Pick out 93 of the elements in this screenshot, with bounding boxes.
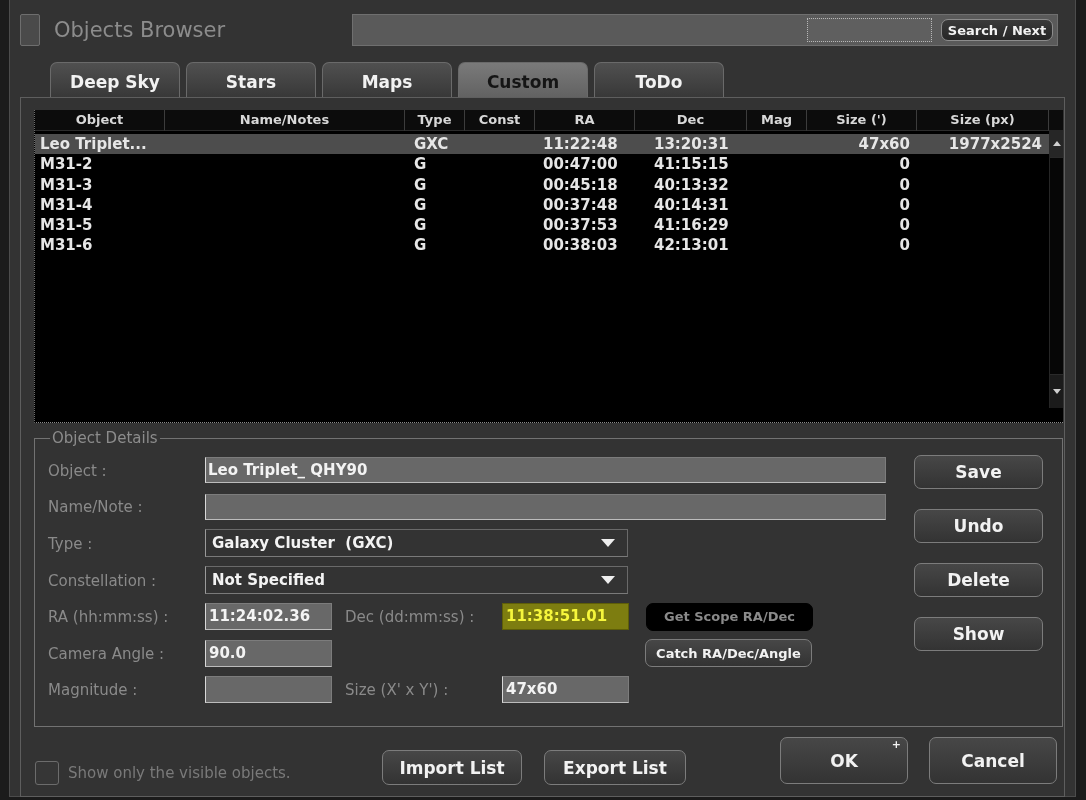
input-field[interactable]: 11:24:02.36 [205,603,332,631]
table-cell: 00:47:00 [543,155,618,174]
table-cell: 41:16:29 [654,216,729,235]
table-cell: M31-4 [40,195,93,214]
dropdown-value: Not Specified [212,569,326,591]
table-row[interactable]: M31-6 G 00:38:03 42:13:01 0 [35,235,1049,256]
table-cell: 40:13:32 [654,175,729,194]
table-cell: 0 [899,155,910,174]
window-title: Objects Browser [54,18,226,42]
action-button[interactable]: Undo [914,509,1043,543]
tab[interactable]: Stars [186,62,316,97]
field-label: Dec (dd:mm:ss) : [345,608,475,627]
table-row[interactable]: M31-3 G 00:45:18 40:13:32 0 [35,174,1049,195]
table-cell: 41:15:15 [654,155,729,174]
table-cell: 0 [899,216,910,235]
table-cell: 11:22:48 [543,135,618,153]
table-cell: 00:37:48 [543,195,618,214]
caret-down-icon [601,576,615,585]
input-field[interactable] [205,676,332,704]
table-cell: M31-5 [40,216,93,235]
caret-down-icon [601,539,615,548]
ok-button[interactable]: OK + [780,737,908,784]
column-header[interactable]: Dec [635,110,747,131]
tab[interactable]: Maps [322,62,452,97]
dropdown-value: Galaxy Cluster (GXC) [212,533,394,554]
table-row[interactable]: M31-5 G 00:37:53 41:16:29 0 [35,215,1049,236]
field-label: Type : [48,535,93,553]
group-title: Object Details [51,429,159,447]
column-header[interactable]: Object [35,110,165,131]
field-label: Camera Angle : [48,644,165,663]
tab[interactable]: Deep Sky [50,62,180,97]
table-cell: 1977x2524 [948,135,1042,153]
action-button[interactable]: Catch RA/Dec/Angle [645,639,812,668]
column-header[interactable]: Size (px) [917,110,1049,131]
table-row[interactable]: Leo Triplet... GXC 11:22:48 13:20:31 47x60 1977x2524 [35,134,1049,155]
table-cell: 0 [899,175,910,194]
scrollbar[interactable] [1049,130,1063,408]
table-cell: M31-2 [40,155,93,174]
table-cell: G [414,175,427,194]
table-cell: 40:14:31 [654,195,729,214]
table-cell: 00:37:53 [543,216,618,235]
input-field[interactable] [205,493,886,520]
dropdown[interactable]: Galaxy Cluster (GXC) [205,529,628,558]
action-button[interactable]: Show [914,617,1043,651]
table-cell: G [414,195,427,214]
column-header[interactable]: Mag [747,110,807,131]
checkbox-label: Show only the visible objects. [68,764,291,782]
table-row[interactable]: M31-4 G 00:37:48 40:14:31 0 [35,194,1049,216]
dropdown[interactable]: Not Specified [205,566,628,595]
column-header[interactable]: Type [405,110,465,131]
field-label: Object : [48,461,107,480]
down-arrow-icon [1052,389,1061,394]
search-next-button[interactable]: Search / Next [941,19,1053,41]
input-field[interactable]: 11:38:51.01 [502,603,629,631]
field-label: Constellation : [48,571,157,590]
table-cell: GXC [414,135,449,153]
table-cell: 00:38:03 [543,236,618,255]
field-label: Size (X' x Y') : [345,681,449,700]
table-cell: 13:20:31 [654,135,729,153]
up-arrow-icon [1052,141,1061,146]
checkbox[interactable] [35,761,59,785]
list-button[interactable]: Import List [382,750,522,785]
column-header[interactable]: Const [465,110,535,131]
column-header[interactable]: Name/Notes [165,110,405,131]
action-button[interactable]: Save [914,455,1043,489]
table-cell: 0 [899,195,910,214]
table-cell: G [414,236,427,255]
table-cell: 47x60 [858,135,910,153]
table-cell: 00:45:18 [543,175,618,194]
input-field[interactable]: Leo Triplet_ QHY90 [205,457,886,484]
table-cell: G [414,155,427,174]
table-cell: Leo Triplet... [40,135,147,153]
list-button[interactable]: Export List [544,750,686,785]
input-field[interactable]: 47x60 [502,676,629,704]
field-label: Magnitude : [48,681,138,700]
table-row[interactable]: M31-2 G 00:47:00 41:15:15 0 [35,154,1049,175]
table-cell: 42:13:01 [654,236,729,255]
action-button[interactable]: Delete [914,563,1043,597]
table-cell: G [414,216,427,235]
field-label: RA (hh:mm:ss) : [48,608,169,627]
window-icon [20,14,40,46]
plus-sign: + [891,739,901,751]
column-header[interactable]: RA [535,110,635,131]
table-cell: M31-6 [40,236,93,255]
small-input-field[interactable] [807,18,932,42]
tab[interactable]: ToDo [594,62,724,97]
table-cell: 0 [899,236,910,255]
column-header[interactable]: Size (') [807,110,917,131]
input-field[interactable]: 90.0 [205,639,332,667]
search-field[interactable]: Search / Next [352,14,1058,46]
table-cell: M31-3 [40,175,93,194]
cancel-button[interactable]: Cancel [929,737,1057,784]
field-label: Name/Note : [48,498,143,517]
